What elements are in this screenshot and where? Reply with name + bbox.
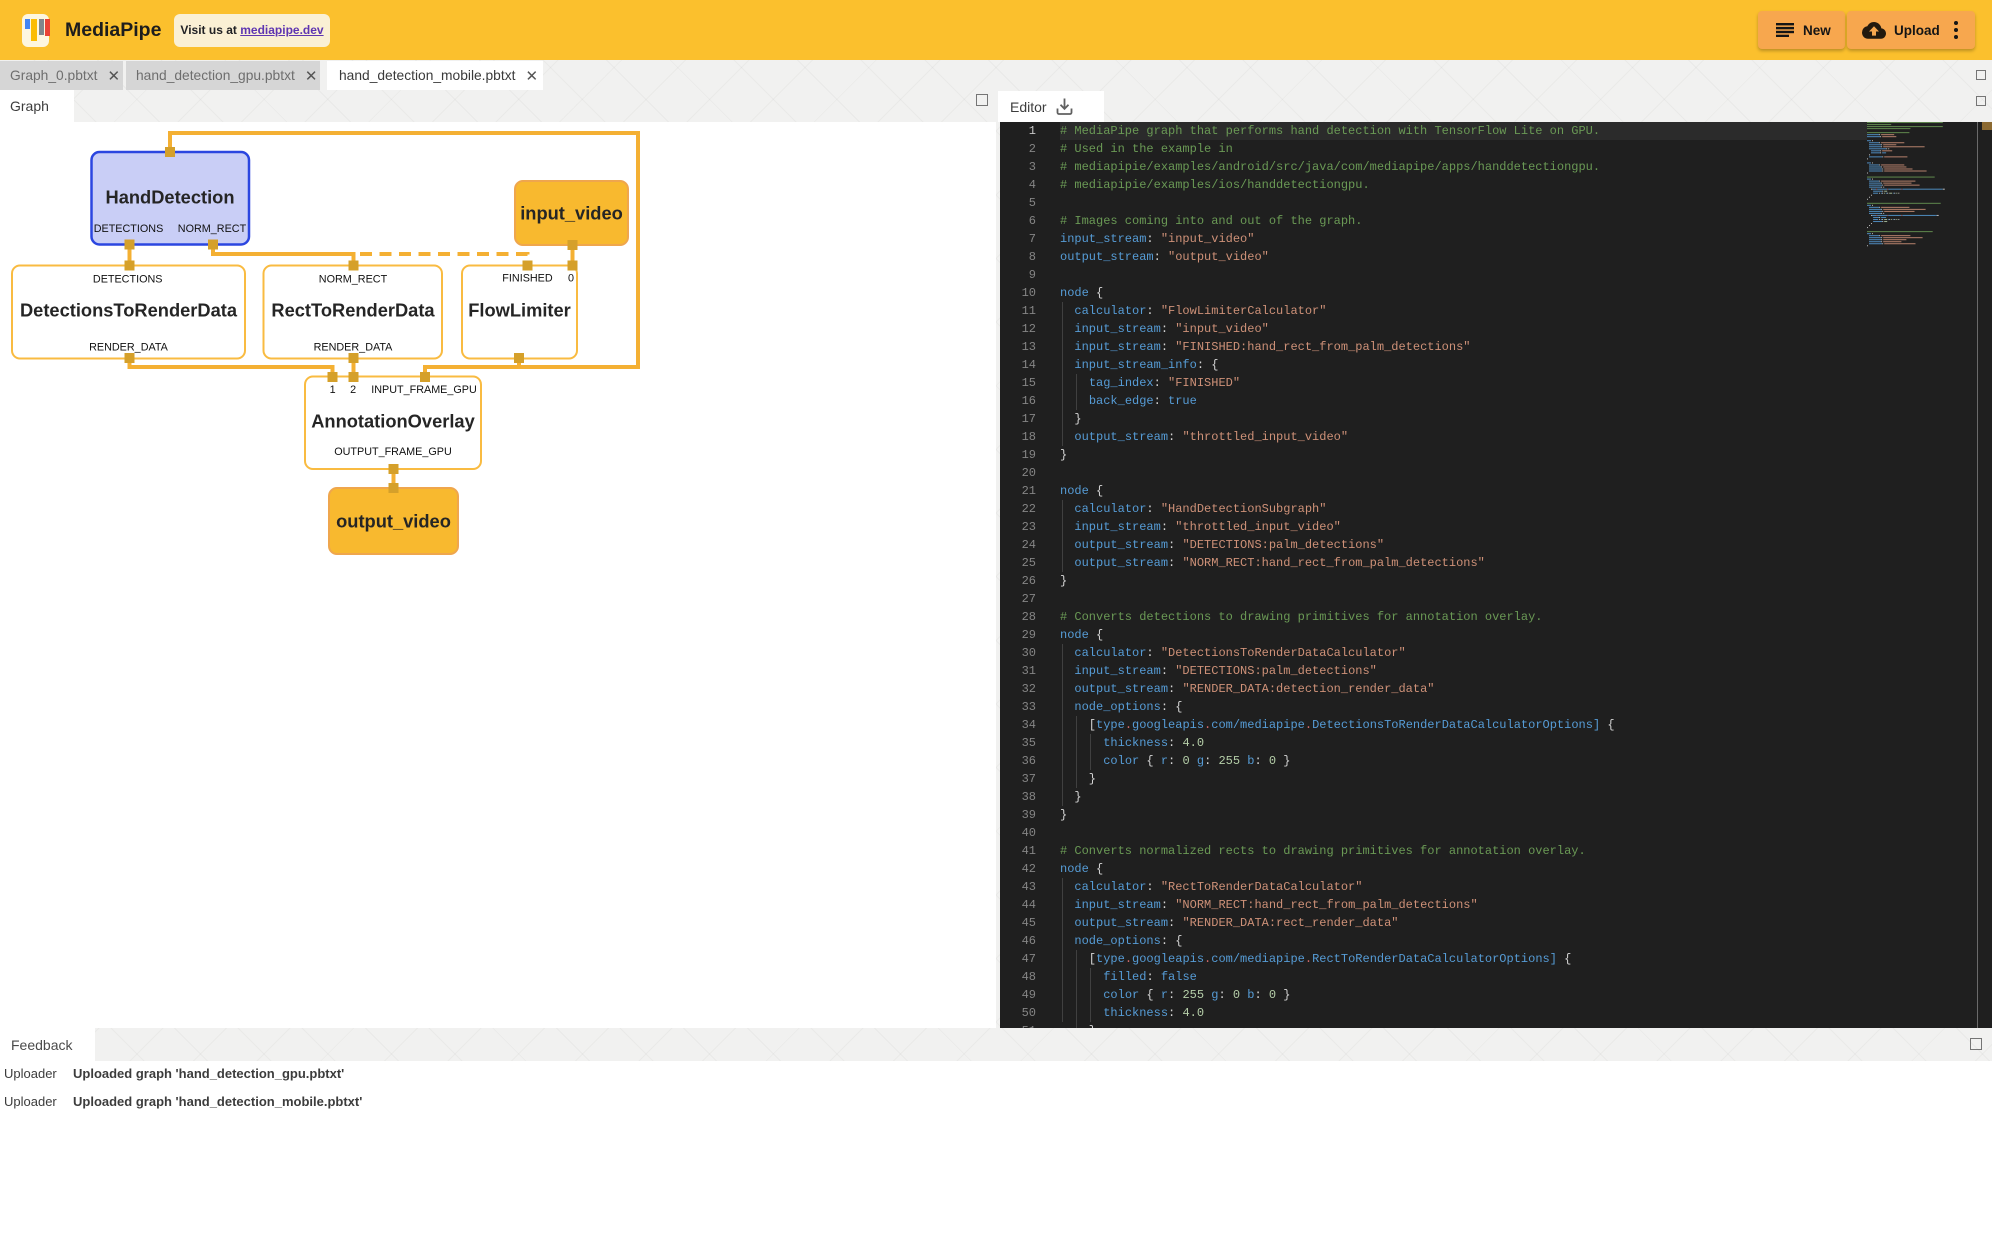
svg-text:NORM_RECT: NORM_RECT	[319, 274, 388, 286]
svg-text:2: 2	[350, 384, 356, 396]
svg-text:DETECTIONS: DETECTIONS	[94, 223, 164, 235]
svg-text:FINISHED: FINISHED	[502, 273, 553, 285]
svg-text:0: 0	[568, 273, 574, 285]
svg-text:INPUT_FRAME_GPU: INPUT_FRAME_GPU	[371, 384, 477, 396]
svg-text:output_video: output_video	[336, 511, 451, 532]
svg-text:RectToRenderData: RectToRenderData	[271, 300, 435, 321]
svg-text:HandDetection: HandDetection	[106, 187, 235, 208]
svg-text:AnnotationOverlay: AnnotationOverlay	[311, 411, 475, 432]
svg-text:input_video: input_video	[520, 203, 623, 224]
svg-text:RENDER_DATA: RENDER_DATA	[314, 342, 394, 354]
svg-text:FlowLimiter: FlowLimiter	[468, 300, 571, 321]
svg-text:NORM_RECT: NORM_RECT	[178, 223, 247, 235]
svg-text:DetectionsToRenderData: DetectionsToRenderData	[20, 300, 238, 321]
svg-text:1: 1	[330, 384, 336, 396]
svg-text:OUTPUT_FRAME_GPU: OUTPUT_FRAME_GPU	[334, 446, 452, 458]
svg-text:RENDER_DATA: RENDER_DATA	[89, 342, 169, 354]
svg-text:DETECTIONS: DETECTIONS	[93, 274, 163, 286]
